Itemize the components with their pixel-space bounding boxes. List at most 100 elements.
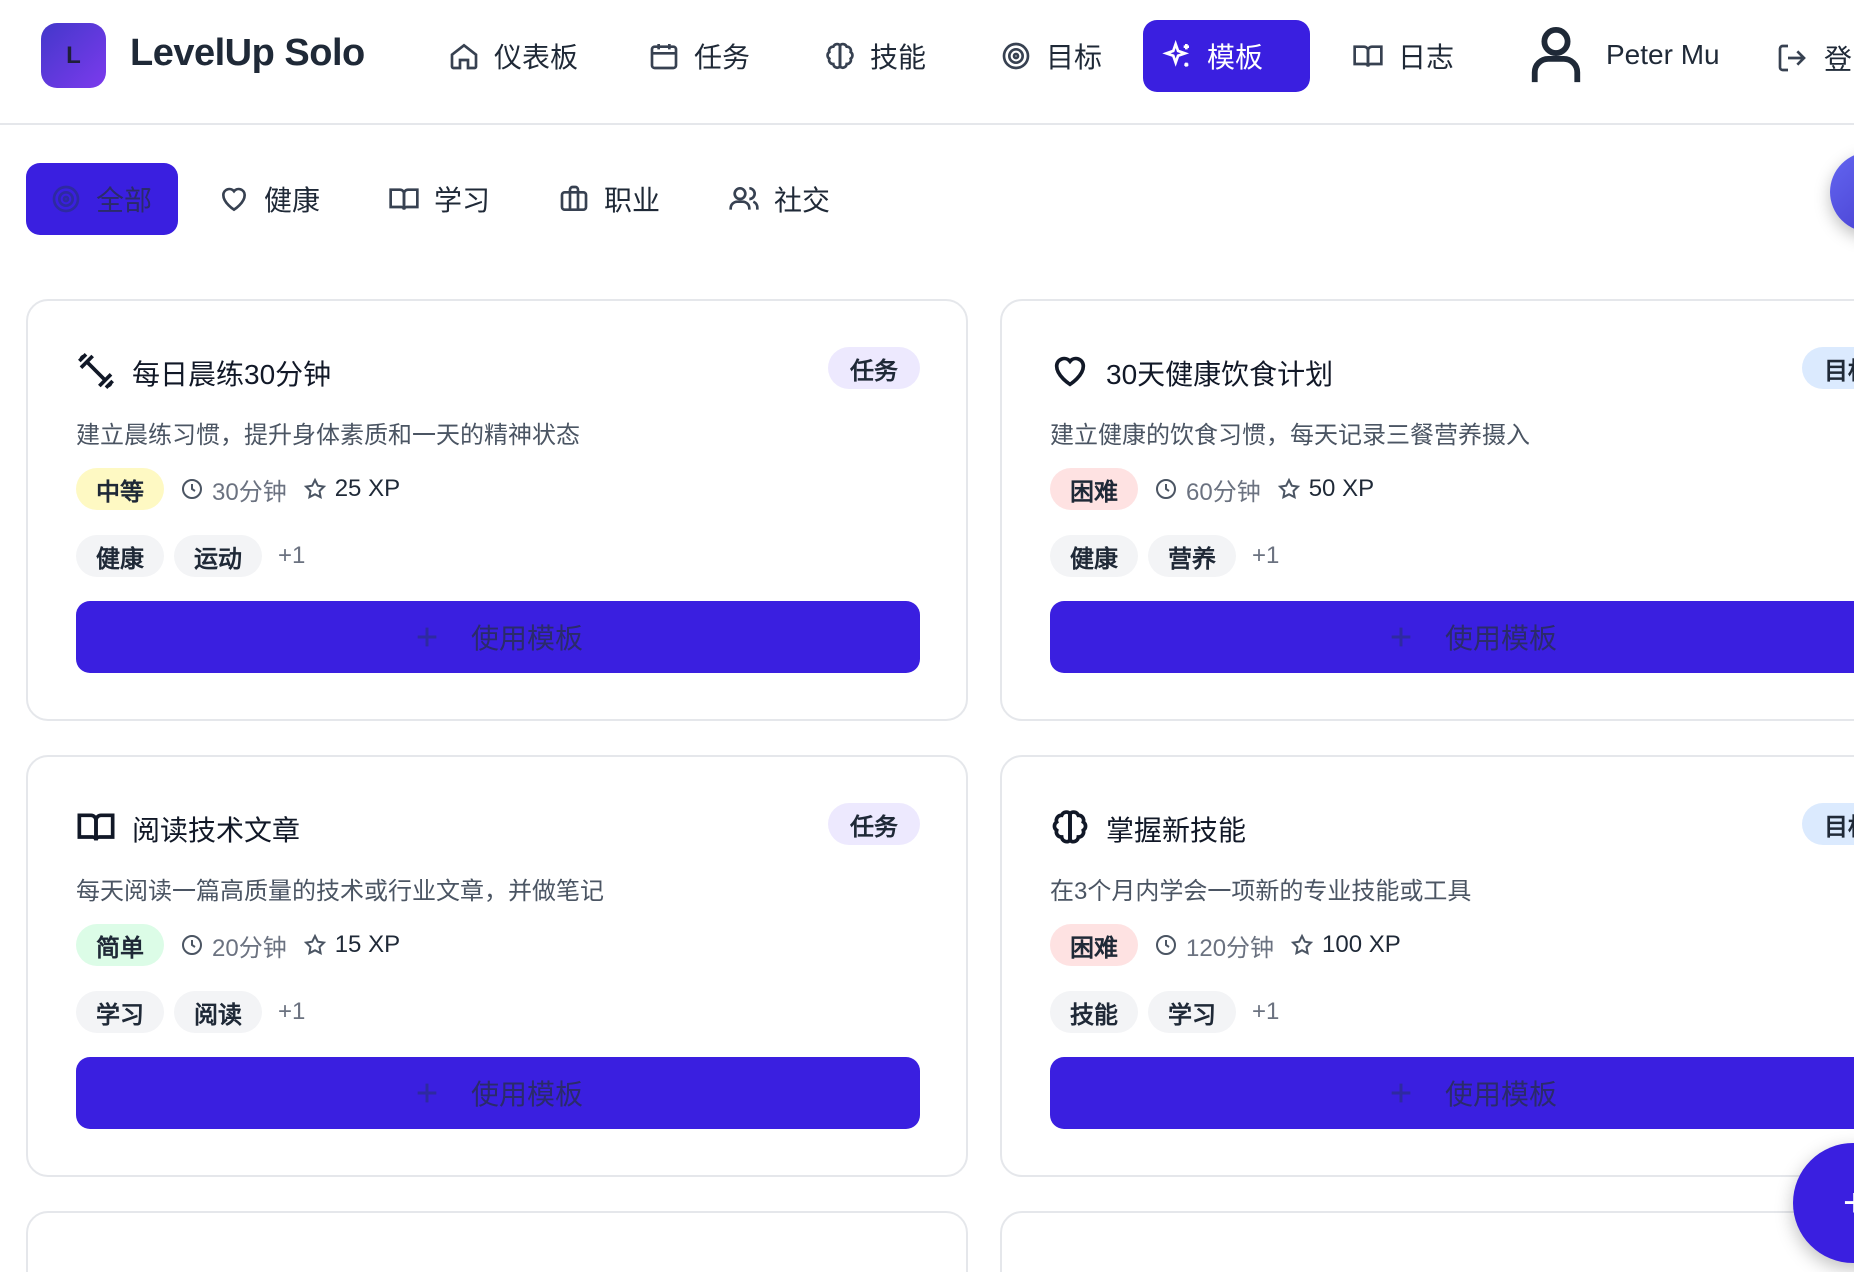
card-meta: 困难 120分钟 100 XP — [1050, 924, 1401, 966]
book-icon — [77, 813, 115, 841]
card-tags: 技能 学习 +1 — [1050, 991, 1279, 1033]
more-tags: +1 — [1252, 542, 1280, 569]
nav-journal[interactable]: 日志 — [1334, 20, 1472, 92]
users-icon — [729, 187, 759, 210]
nav-dashboard[interactable]: 仪表板 — [430, 20, 596, 92]
clock-icon — [1156, 479, 1176, 499]
sparkles-icon — [1162, 40, 1190, 67]
filter-career-label: 职业 — [604, 185, 661, 216]
template-card: 每日晨练30分钟 任务 建立晨练习惯，提升身体素质和一天的精神状态 中等 30分… — [26, 299, 968, 721]
card-title: 每日晨练30分钟 — [132, 359, 332, 390]
card-description: 每天阅读一篇高质量的技术或行业文章，并做笔记 — [76, 878, 604, 905]
tag: 学习 — [76, 991, 164, 1033]
xp-text: 15 XP — [334, 931, 401, 958]
nav-skills[interactable]: 技能 — [806, 20, 944, 92]
top-navbar: L LevelUp Solo 仪表板 任务 技能 目标 模板 日志 Peter … — [0, 0, 1854, 125]
nav-tasks-label: 任务 — [694, 42, 751, 73]
user-name: Peter Mu — [1606, 39, 1720, 70]
book-icon — [1353, 45, 1383, 67]
tag: 健康 — [76, 535, 164, 577]
template-card — [1000, 1211, 1854, 1272]
clock-icon — [1156, 935, 1176, 955]
clock-icon — [182, 935, 202, 955]
use-template-button[interactable]: 使用模板 — [76, 601, 920, 673]
card-title: 阅读技术文章 — [132, 815, 301, 846]
tag: 技能 — [1050, 991, 1138, 1033]
template-card: 30天健康饮食计划 目标 建立健康的饮食习惯，每天记录三餐营养摄入 困难 60分… — [1000, 299, 1854, 721]
use-template-button[interactable]: 使用模板 — [76, 1057, 920, 1129]
filter-social[interactable]: 社交 — [704, 163, 854, 235]
xp-reward: 100 XP — [1290, 931, 1401, 959]
xp-reward: 25 XP — [303, 475, 400, 503]
logout-icon — [1778, 44, 1806, 72]
card-title: 掌握新技能 — [1106, 815, 1247, 846]
type-badge: 任务 — [828, 347, 920, 389]
user-icon — [1531, 26, 1581, 83]
heart-icon — [221, 187, 247, 212]
card-description: 建立健康的饮食习惯，每天记录三餐营养摄入 — [1050, 422, 1530, 449]
filter-social-label: 社交 — [774, 185, 831, 216]
difficulty-badge: 中等 — [76, 468, 164, 510]
nav-journal-label: 日志 — [1398, 42, 1455, 73]
briefcase-icon — [560, 185, 588, 211]
use-template-button[interactable]: 使用模板 — [1050, 601, 1854, 673]
nav-skills-label: 技能 — [870, 42, 927, 73]
tag: 健康 — [1050, 535, 1138, 577]
type-badge: 目标 — [1802, 347, 1854, 389]
dumbbell-icon — [78, 353, 114, 389]
clock-icon — [182, 479, 202, 499]
duration: 30分钟 — [180, 472, 287, 507]
target-icon — [52, 185, 80, 213]
card-title: 30天健康饮食计划 — [1106, 359, 1334, 390]
filter-career[interactable]: 职业 — [534, 163, 684, 235]
filter-learning[interactable]: 学习 — [364, 163, 514, 235]
star-icon — [303, 477, 326, 500]
xp-text: 25 XP — [334, 475, 401, 502]
app-brand-name[interactable]: LevelUp Solo — [130, 32, 365, 75]
app-logo[interactable]: L — [41, 23, 106, 88]
star-icon — [1290, 933, 1314, 956]
card-description: 建立晨练习惯，提升身体素质和一天的精神状态 — [76, 422, 580, 449]
duration: 20分钟 — [180, 928, 287, 963]
filter-all-label: 全部 — [96, 185, 153, 216]
tag: 营养 — [1148, 535, 1236, 577]
duration: 60分钟 — [1154, 472, 1261, 507]
card-meta: 简单 20分钟 15 XP — [76, 924, 400, 966]
plus-icon — [417, 627, 437, 647]
home-icon — [450, 43, 478, 70]
nav-templates-label: 模板 — [1207, 42, 1264, 73]
logo-letter: L — [66, 41, 81, 69]
tag: 阅读 — [174, 991, 262, 1033]
more-tags: +1 — [278, 542, 306, 569]
use-template-button[interactable]: 使用模板 — [1050, 1057, 1854, 1129]
difficulty-badge: 简单 — [76, 924, 164, 966]
use-template-label: 使用模板 — [1444, 623, 1557, 654]
type-badge: 目标 — [1802, 803, 1854, 845]
plus-icon — [1391, 1083, 1411, 1103]
tag: 学习 — [1148, 991, 1236, 1033]
card-tags: 健康 营养 +1 — [1050, 535, 1279, 577]
logout-label: 登 — [1824, 44, 1853, 75]
logout-button[interactable]: 登 — [1776, 38, 1852, 78]
nav-goals-label: 目标 — [1046, 42, 1103, 73]
filter-all[interactable]: 全部 — [26, 163, 178, 235]
duration-text: 30分钟 — [212, 478, 287, 506]
card-meta: 中等 30分钟 25 XP — [76, 468, 400, 510]
nav-goals[interactable]: 目标 — [982, 20, 1120, 92]
duration-text: 20分钟 — [212, 934, 287, 962]
filter-health[interactable]: 健康 — [194, 163, 344, 235]
nav-templates[interactable]: 模板 — [1143, 20, 1310, 92]
user-menu[interactable]: Peter Mu — [1530, 26, 1720, 84]
tag: 运动 — [174, 535, 262, 577]
xp-text: 50 XP — [1308, 475, 1375, 502]
template-card: 掌握新技能 目标 在3个月内学会一项新的专业技能或工具 困难 120分钟 100… — [1000, 755, 1854, 1177]
brain-icon — [826, 42, 854, 70]
duration-text: 120分钟 — [1186, 934, 1275, 962]
floating-helper-button[interactable] — [1830, 152, 1854, 232]
xp-text: 100 XP — [1322, 931, 1401, 958]
target-icon — [1002, 42, 1030, 70]
heart-icon — [1054, 356, 1086, 387]
difficulty-badge: 困难 — [1050, 468, 1138, 510]
xp-reward: 50 XP — [1277, 475, 1374, 503]
nav-tasks[interactable]: 任务 — [630, 20, 768, 92]
